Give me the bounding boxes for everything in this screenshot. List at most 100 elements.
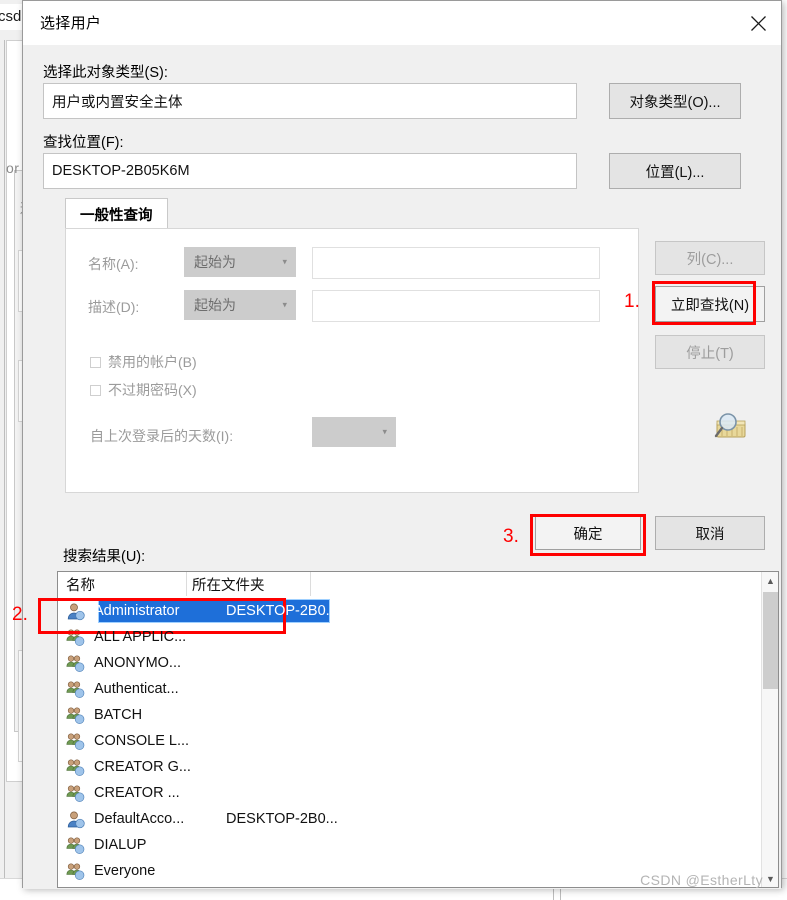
scrollbar-thumb[interactable] — [763, 592, 778, 689]
checkbox-disabled-accounts-label: 禁用的帐户(B) — [108, 354, 197, 370]
table-row[interactable]: ALL APPLIC... — [58, 624, 763, 650]
group-icon — [66, 628, 85, 647]
object-type-value[interactable]: 用户或内置安全主体 — [43, 83, 577, 119]
columns-button[interactable]: 列(C)... — [655, 241, 765, 275]
days-since-logon-label: 自上次登录后的天数(I): — [90, 428, 234, 444]
group-icon — [66, 706, 85, 725]
table-row[interactable]: DefaultAcco... DESKTOP-2B0... — [58, 806, 763, 832]
ok-button[interactable]: 确定 — [535, 516, 641, 550]
background-divider-1 — [4, 40, 5, 880]
table-row[interactable]: Administrator DESKTOP-2B0... — [58, 598, 763, 624]
location-label: 查找位置(F): — [43, 135, 124, 151]
query-desc-condition-value: 起始为 — [194, 297, 236, 313]
query-desc-condition[interactable]: 起始为 ▾ — [184, 290, 296, 320]
dialog-titlebar: 选择用户 — [23, 1, 781, 45]
checkbox-non-expiring-password-label: 不过期密码(X) — [108, 382, 197, 398]
table-row[interactable]: DIALUP — [58, 832, 763, 858]
magnifier-find-icon — [714, 413, 746, 438]
table-row[interactable]: BATCH — [58, 702, 763, 728]
query-desc-label: 描述(D): — [88, 299, 140, 315]
query-desc-input[interactable] — [312, 290, 600, 322]
scroll-up-button[interactable]: ▲ — [762, 572, 778, 589]
user-icon — [67, 603, 85, 621]
table-row[interactable]: CONSOLE L... — [58, 728, 763, 754]
row-name: DefaultAcco... — [94, 811, 185, 827]
table-row[interactable]: CREATOR G... — [58, 754, 763, 780]
checkbox-box — [90, 356, 101, 368]
object-type-button[interactable]: 对象类型(O)... — [609, 83, 741, 119]
stop-button[interactable]: 停止(T) — [655, 335, 765, 369]
screenshot-root: csdn or 送 选择用户 选择此对象类型(S): 用户或内置安全主 — [0, 0, 787, 900]
object-type-label: 选择此对象类型(S): — [43, 65, 168, 81]
group-icon — [66, 863, 85, 880]
query-name-condition-value: 起始为 — [194, 254, 236, 270]
scroll-down-button[interactable]: ▼ — [762, 870, 778, 887]
cancel-button[interactable]: 取消 — [655, 516, 765, 550]
group-icon — [66, 862, 85, 881]
watermark: CSDN @EstherLty — [640, 872, 763, 888]
column-header-name: 名称 — [66, 578, 95, 594]
select-user-dialog: 选择用户 选择此对象类型(S): 用户或内置安全主体 对象类型(O)... 查找… — [22, 0, 782, 889]
group-icon — [66, 707, 85, 724]
row-name: Everyone — [94, 863, 156, 879]
group-icon — [66, 785, 85, 802]
group-icon — [66, 654, 85, 673]
group-icon — [66, 784, 85, 803]
group-icon — [66, 655, 85, 672]
row-name: DIALUP — [94, 837, 147, 853]
find-now-button[interactable]: 立即查找(N) — [655, 286, 765, 322]
dialog-title: 选择用户 — [40, 15, 102, 32]
group-icon — [66, 629, 85, 646]
row-folder: DESKTOP-2B0... — [226, 603, 338, 619]
chevron-down-icon: ▼ — [766, 873, 775, 884]
row-name: ANONYMO... — [94, 655, 182, 671]
column-divider-2 — [310, 572, 311, 596]
row-name: CREATOR G... — [94, 759, 191, 775]
results-list[interactable]: 名称 所在文件夹 Administrator DESKTOP-2B0... ALL … — [57, 571, 779, 888]
chevron-down-icon: ▾ — [282, 256, 287, 267]
chevron-up-icon: ▲ — [766, 575, 775, 586]
group-icon — [66, 733, 85, 750]
row-name: BATCH — [94, 707, 143, 723]
results-column-header: 名称 所在文件夹 — [58, 572, 763, 596]
query-name-input[interactable] — [312, 247, 600, 279]
group-icon — [66, 836, 85, 855]
results-scrollbar[interactable]: ▲ ▼ — [761, 572, 778, 887]
query-name-label: 名称(A): — [88, 256, 139, 272]
chevron-down-icon: ▾ — [382, 426, 387, 437]
checkbox-box — [90, 384, 101, 396]
user-icon — [66, 602, 85, 621]
row-name: ALL APPLIC... — [94, 629, 187, 645]
user-icon — [66, 810, 85, 829]
column-divider-1 — [186, 572, 187, 596]
annotation-step-2: 2. — [12, 604, 28, 625]
group-icon — [66, 732, 85, 751]
location-value[interactable]: DESKTOP-2B05K6M — [43, 153, 577, 189]
annotation-step-1: 1. — [624, 291, 640, 312]
row-folder: DESKTOP-2B0... — [226, 811, 338, 827]
query-tabstrip: 一般性查询 — [65, 198, 639, 229]
results-label: 搜索结果(U): — [63, 549, 146, 565]
table-row[interactable]: CREATOR ... — [58, 780, 763, 806]
group-icon — [66, 758, 85, 777]
group-icon — [66, 681, 85, 698]
row-name: Administrator — [94, 603, 180, 619]
checkbox-non-expiring-password[interactable]: 不过期密码(X) — [90, 380, 197, 400]
days-since-logon-combo[interactable]: ▾ — [312, 417, 396, 447]
row-name: Authenticat... — [94, 681, 179, 697]
group-icon — [66, 680, 85, 699]
query-name-condition[interactable]: 起始为 ▾ — [184, 247, 296, 277]
column-header-folder: 所在文件夹 — [192, 578, 265, 594]
close-icon — [750, 15, 766, 31]
close-button[interactable] — [735, 1, 781, 45]
user-icon — [67, 811, 85, 829]
table-row[interactable]: Authenticat... — [58, 676, 763, 702]
annotation-step-3: 3. — [503, 526, 519, 547]
tab-common-query[interactable]: 一般性查询 — [65, 198, 168, 229]
location-button[interactable]: 位置(L)... — [609, 153, 741, 189]
group-icon — [66, 837, 85, 854]
group-icon — [66, 759, 85, 776]
checkbox-disabled-accounts[interactable]: 禁用的帐户(B) — [90, 352, 197, 372]
table-row[interactable]: ANONYMO... — [58, 650, 763, 676]
background-label-or: or — [6, 160, 20, 176]
